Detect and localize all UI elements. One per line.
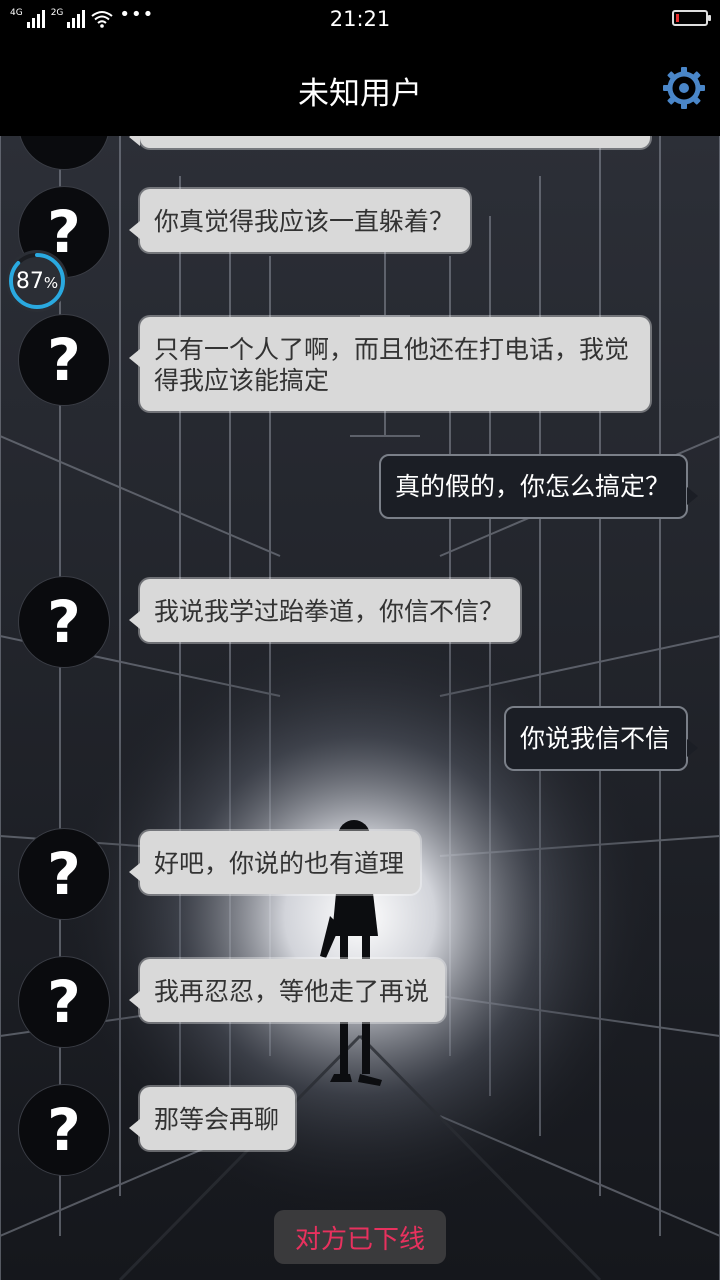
message-text: 只有一个人了啊，而且他还在打电话，我觉得我应该能搞定	[154, 335, 630, 395]
progress-badge[interactable]: 87%	[4, 248, 70, 314]
message-text: 好吧，你说的也有道理	[154, 849, 405, 878]
chat-list[interactable]: ? 你真觉得我应该一直躲着？ ? 只有一个人了啊，而且他还在打电话，我觉得我应该…	[0, 136, 720, 1280]
offline-text: 对方已下线	[294, 1224, 425, 1255]
offline-notice: 对方已下线	[274, 1210, 446, 1264]
status-bar: 4G 2G ••• 21:21	[0, 0, 720, 38]
avatar[interactable]: ?	[18, 314, 110, 406]
message-text: 那等会再聊	[154, 1105, 280, 1134]
message-bubble[interactable]: 我说我学过跆拳道，你信不信？	[128, 579, 521, 642]
question-mark-icon: ?	[47, 588, 81, 656]
chat-header: 未知用户	[0, 38, 720, 136]
question-mark-icon: ?	[47, 1096, 81, 1164]
avatar[interactable]: ?	[18, 1084, 110, 1176]
status-time: 21:21	[329, 7, 391, 31]
message-bubble-own[interactable]: 真的假的，你怎么搞定？	[378, 454, 699, 519]
progress-unit: %	[43, 274, 59, 292]
message-text: 我说我学过跆拳道，你信不信？	[154, 597, 505, 626]
avatar[interactable]: ?	[18, 956, 110, 1048]
battery-level	[676, 14, 679, 22]
message-bubble[interactable]: 那等会再聊	[128, 1087, 296, 1150]
gear-icon[interactable]	[662, 66, 706, 110]
avatar[interactable]	[18, 136, 110, 170]
message-bubble[interactable]: 好吧，你说的也有道理	[128, 831, 421, 894]
page-title: 未知用户	[298, 76, 422, 112]
message-text: 你真觉得我应该一直躲着？	[154, 207, 455, 236]
message-bubble[interactable]: 只有一个人了啊，而且他还在打电话，我觉得我应该能搞定	[129, 317, 650, 411]
question-mark-icon: ?	[47, 968, 81, 1036]
question-mark-icon: ?	[47, 840, 81, 908]
message-bubble-partial	[129, 136, 650, 148]
message-bubble-own[interactable]: 你说我信不信	[503, 706, 699, 771]
progress-text: 87%	[4, 248, 70, 314]
message-text: 真的假的，你怎么搞定？	[394, 472, 670, 501]
message-bubble[interactable]: 你真觉得我应该一直躲着？	[128, 189, 471, 252]
progress-value: 87	[15, 268, 44, 294]
avatar[interactable]: ?	[18, 828, 110, 920]
message-text: 我再忍忍，等他走了再说	[154, 977, 430, 1006]
avatar[interactable]: ?	[18, 576, 110, 668]
question-mark-icon: ?	[47, 326, 81, 394]
message-text: 你说我信不信	[519, 724, 670, 753]
message-bubble[interactable]: 我再忍忍，等他走了再说	[128, 959, 446, 1022]
battery-icon	[672, 10, 711, 26]
